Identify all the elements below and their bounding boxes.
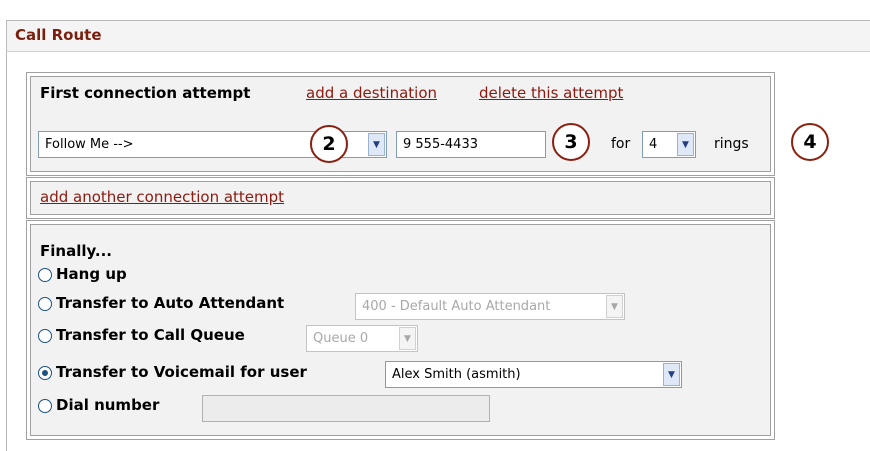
call-queue-radio[interactable] [38, 329, 52, 343]
callout-2: 2 [310, 125, 348, 163]
option-auto-attendant[interactable]: Transfer to Auto Attendant [38, 294, 338, 318]
chevron-down-icon[interactable]: ▼ [677, 133, 694, 156]
option-dial-number[interactable]: Dial number [38, 396, 208, 420]
call-queue-label: Transfer to Call Queue [56, 326, 245, 344]
panel-title: Call Route [15, 26, 102, 44]
dial-number-input [202, 395, 490, 422]
add-destination-link[interactable]: add a destination [306, 84, 437, 102]
call-route-panel: Call Route First connection attempt add … [0, 0, 870, 451]
voicemail-user-select-value: Alex Smith (asmith) [392, 367, 521, 382]
voicemail-user-select[interactable]: Alex Smith (asmith) ▼ [385, 361, 682, 388]
dial-number-label: Dial number [56, 396, 160, 414]
finally-label: Finally... [40, 242, 112, 260]
panel-left-border [6, 52, 7, 451]
chevron-down-icon[interactable]: ▼ [663, 363, 680, 386]
call-queue-select-value: Queue 0 [313, 331, 369, 346]
call-queue-select: Queue 0 ▼ [306, 325, 418, 352]
rings-select-value: 4 [649, 137, 658, 152]
auto-attendant-select-value: 400 - Default Auto Attendant [362, 299, 551, 314]
attempt-label: First connection attempt [40, 84, 251, 102]
option-call-queue[interactable]: Transfer to Call Queue [38, 326, 318, 350]
dial-number-radio[interactable] [38, 399, 52, 413]
auto-attendant-label: Transfer to Auto Attendant [56, 294, 285, 312]
auto-attendant-select: 400 - Default Auto Attendant ▼ [355, 293, 625, 320]
voicemail-label: Transfer to Voicemail for user [56, 363, 307, 381]
add-another-attempt-link[interactable]: add another connection attempt [40, 188, 284, 206]
rings-select[interactable]: 4 ▼ [642, 131, 696, 158]
phone-number-input[interactable]: 9 555-4433 [396, 131, 546, 158]
for-label: for [611, 136, 631, 152]
option-hang-up[interactable]: Hang up [38, 265, 338, 289]
option-voicemail[interactable]: Transfer to Voicemail for user [38, 363, 378, 387]
hang-up-label: Hang up [56, 265, 127, 283]
chevron-down-icon: ▼ [606, 295, 623, 318]
header-divider [6, 51, 870, 52]
hang-up-radio[interactable] [38, 268, 52, 282]
chevron-down-icon[interactable]: ▼ [368, 133, 385, 156]
callout-3: 3 [552, 123, 590, 161]
rings-label: rings [714, 136, 749, 152]
chevron-down-icon: ▼ [399, 327, 416, 350]
auto-attendant-radio[interactable] [38, 297, 52, 311]
destination-select-value: Follow Me --> [45, 137, 134, 152]
voicemail-radio[interactable] [38, 366, 52, 380]
delete-attempt-link[interactable]: delete this attempt [479, 84, 623, 102]
callout-4: 4 [791, 123, 829, 161]
phone-number-value: 9 555-4433 [403, 137, 478, 152]
panel-header: Call Route [6, 20, 870, 52]
